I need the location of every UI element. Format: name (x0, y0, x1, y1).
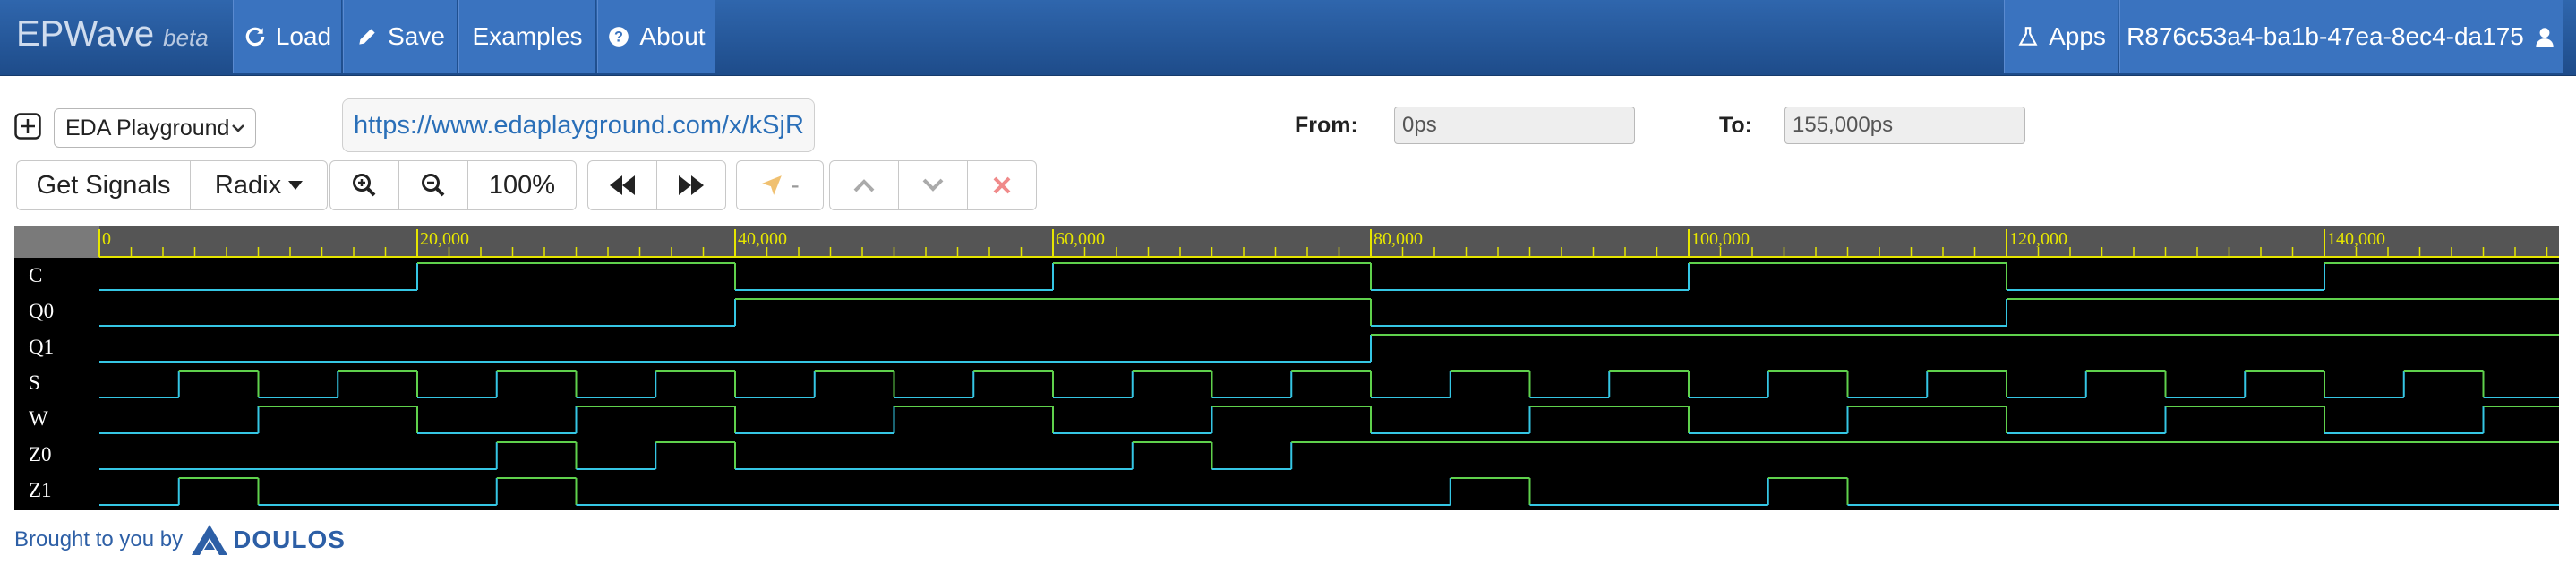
brand-beta: beta (163, 24, 209, 51)
ruler-tick-label: 100,000 (1691, 229, 1750, 249)
zoom-out-button[interactable] (398, 160, 468, 210)
save-button[interactable]: Save (343, 0, 458, 73)
zoom-group: 100% (329, 160, 577, 210)
zoom-in-icon (353, 174, 376, 197)
navigate-group (587, 160, 726, 210)
apps-button[interactable]: Apps (2004, 0, 2118, 73)
user-id-label: R876c53a4-ba1b-47ea-8ec4-da175 (2127, 22, 2524, 50)
forward-icon (679, 175, 704, 195)
signals-group: Get Signals Radix (16, 160, 328, 210)
load-label: Load (275, 22, 332, 50)
save-label: Save (388, 22, 445, 50)
signal-name-z0: Z0 (29, 443, 52, 466)
from-input[interactable]: 0ps (1394, 107, 1635, 144)
apps-label: Apps (2049, 22, 2106, 50)
ruler-tick-label: 40,000 (738, 229, 787, 249)
signal-name-w: W (29, 407, 48, 430)
ruler-tick-label: 120,000 (2009, 229, 2067, 249)
question-circle-icon: ? (609, 27, 629, 47)
waveform-canvas[interactable]: 0 20,000 40,000 60,000 80,000 100,000 120,000 1… (14, 226, 2559, 510)
close-icon (993, 176, 1011, 194)
rewind-button[interactable] (587, 160, 657, 210)
brand-logo[interactable]: EPWave beta (16, 14, 209, 55)
radix-label: Radix (214, 170, 282, 200)
signal-name-c: C (29, 264, 42, 286)
get-signals-button[interactable]: Get Signals (16, 160, 191, 210)
marker-group: - (736, 160, 824, 210)
marker-label: - (791, 170, 800, 200)
marker-button[interactable]: - (736, 160, 824, 210)
user-menu-button[interactable]: R876c53a4-ba1b-47ea-8ec4-da175 (2119, 0, 2563, 73)
signal-order-group (829, 160, 1037, 210)
ruler-tick-label: 20,000 (420, 229, 469, 249)
signal-name-q0: Q0 (29, 300, 54, 322)
load-button[interactable]: Load (233, 0, 342, 73)
backward-icon (610, 175, 635, 195)
timeline-ruler (14, 226, 2559, 258)
zoom-level-display[interactable]: 100% (467, 160, 577, 210)
footer-text: Brought to you by (14, 527, 184, 551)
about-label: About (639, 22, 706, 50)
ruler-tick-label: 0 (102, 229, 111, 249)
footer: Brought to you by DOULOS (14, 525, 346, 555)
to-input[interactable]: 155,000ps (1784, 107, 2025, 144)
svg-text:?: ? (614, 29, 623, 45)
zoom-in-button[interactable] (329, 160, 399, 210)
remove-signal-button[interactable] (967, 160, 1037, 210)
chevron-up-icon (853, 179, 875, 192)
doulos-logo-icon (192, 525, 228, 555)
to-label: To: (1719, 113, 1753, 138)
waveform-viewer[interactable]: 0 20,000 40,000 60,000 80,000 100,000 120,000 1… (14, 226, 2559, 510)
zoom-out-icon (422, 174, 445, 197)
brand-name: EPWave (16, 14, 155, 54)
signal-name-s: S (29, 372, 40, 394)
playground-select[interactable]: EDA Playground (54, 108, 256, 148)
from-label: From: (1295, 113, 1358, 138)
expand-plus-icon[interactable] (14, 113, 41, 140)
examples-label: Examples (472, 22, 583, 50)
navbar: EPWave beta Load Save Examples ? About Ap… (0, 0, 2576, 76)
move-up-button[interactable] (829, 160, 899, 210)
caret-down-icon (288, 181, 304, 190)
radix-dropdown-button[interactable]: Radix (190, 160, 328, 210)
signal-name-z1: Z1 (29, 479, 52, 501)
doulos-link[interactable]: DOULOS (192, 525, 346, 555)
ruler-tick-label: 60,000 (1056, 229, 1105, 249)
share-url-text: https://www.edaplayground.com/x/kSjR (354, 110, 804, 140)
pencil-icon (359, 29, 375, 45)
move-down-button[interactable] (898, 160, 968, 210)
chevron-down-icon (922, 178, 944, 192)
fast-forward-button[interactable] (656, 160, 726, 210)
user-icon (2536, 28, 2554, 47)
flask-icon (2018, 27, 2038, 46)
playground-select-value: EDA Playground (65, 115, 230, 141)
share-url-field[interactable]: https://www.edaplayground.com/x/kSjR (342, 98, 815, 152)
chevron-down-icon (232, 124, 244, 132)
get-signals-label: Get Signals (36, 170, 171, 200)
ruler-tick-label: 140,000 (2327, 229, 2385, 249)
ruler-corner (14, 226, 99, 258)
examples-button[interactable]: Examples (458, 0, 596, 73)
ruler-tick-label: 80,000 (1374, 229, 1423, 249)
about-button[interactable]: ? About (597, 0, 715, 73)
refresh-icon (245, 27, 265, 47)
zoom-level-label: 100% (488, 170, 556, 200)
signal-name-q1: Q1 (29, 336, 54, 358)
doulos-label: DOULOS (233, 526, 346, 553)
location-arrow-icon (762, 175, 782, 195)
